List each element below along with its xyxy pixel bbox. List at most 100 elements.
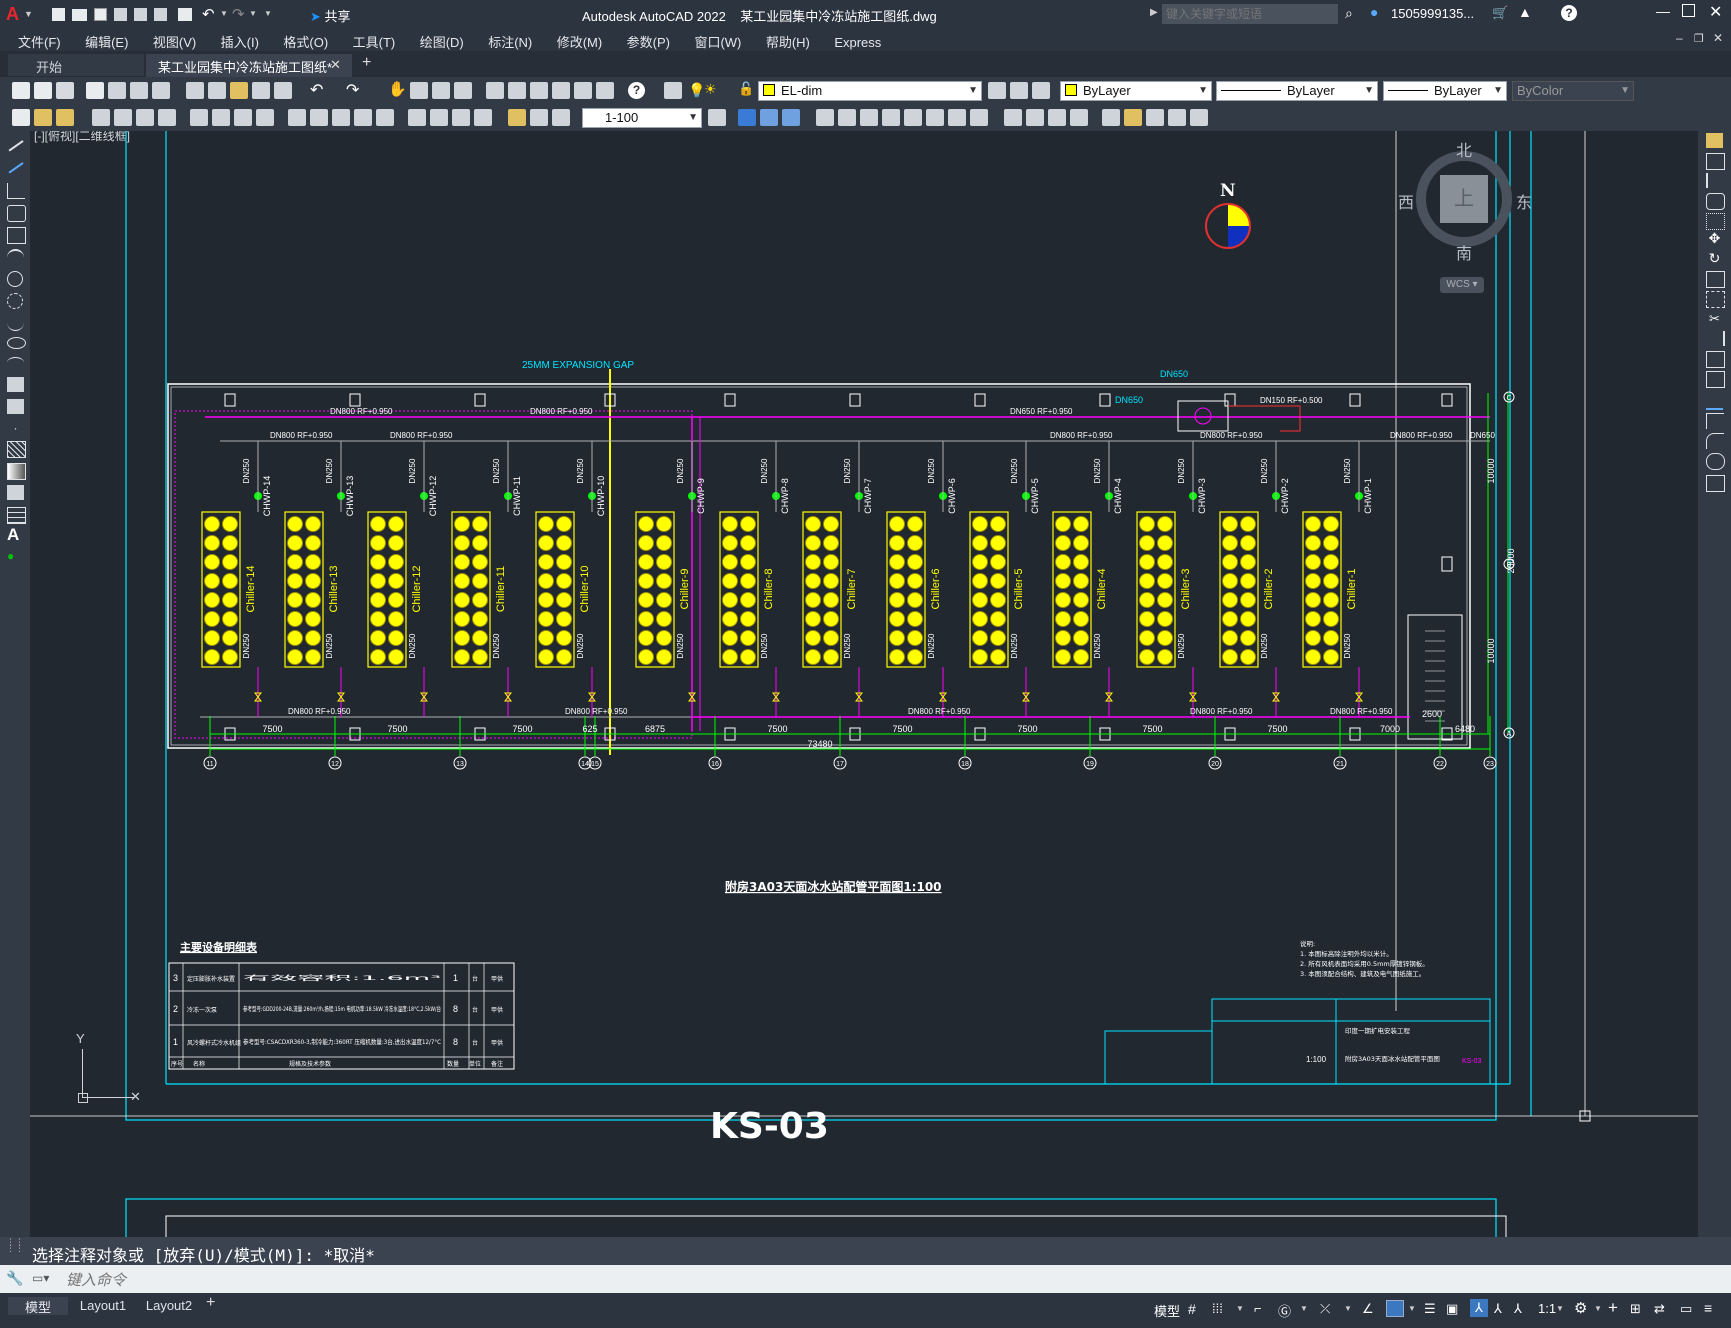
circle-icon[interactable] bbox=[7, 271, 23, 287]
doc-minimize-icon[interactable]: – bbox=[1676, 31, 1683, 45]
scale-dropdown-icon[interactable]: ▼ bbox=[1556, 1304, 1564, 1313]
dim-radius-icon[interactable] bbox=[190, 109, 208, 126]
match-layer-icon[interactable] bbox=[12, 109, 30, 126]
publish-icon[interactable] bbox=[130, 82, 148, 99]
region-icon[interactable] bbox=[7, 485, 24, 500]
view-side-icon[interactable] bbox=[782, 109, 800, 126]
layer-lock-icon[interactable]: 🔓 bbox=[738, 81, 754, 97]
break-at-point-icon[interactable] bbox=[1706, 351, 1725, 368]
add-layout-button[interactable]: + bbox=[206, 1294, 215, 1312]
walk-icon[interactable] bbox=[1048, 109, 1066, 126]
qdim-icon[interactable] bbox=[288, 109, 306, 126]
dim-diameter-icon[interactable] bbox=[234, 109, 252, 126]
array-icon[interactable] bbox=[1706, 213, 1725, 230]
tab-start[interactable]: 开始 bbox=[8, 54, 144, 76]
tab-model[interactable]: 模型 bbox=[8, 1297, 68, 1315]
materials-icon[interactable] bbox=[1146, 109, 1164, 126]
menu-insert[interactable]: 插入(I) bbox=[211, 29, 269, 51]
ellipse-icon[interactable] bbox=[7, 337, 26, 349]
polygon-icon[interactable] bbox=[7, 205, 26, 222]
menu-view[interactable]: 视图(V) bbox=[143, 29, 206, 51]
search-input[interactable] bbox=[1162, 4, 1338, 24]
user-name[interactable]: 1505999135... bbox=[1391, 6, 1474, 21]
minimize-button[interactable]: — bbox=[1656, 3, 1670, 19]
save-icon[interactable] bbox=[94, 8, 107, 21]
ucs-3point-icon[interactable] bbox=[970, 109, 988, 126]
layer-dropdown[interactable]: EL-dim ▼ bbox=[758, 81, 982, 101]
menu-help[interactable]: 帮助(H) bbox=[756, 29, 820, 51]
stretch-icon[interactable] bbox=[1706, 291, 1725, 308]
snap-icon[interactable]: ⁞⁞⁞ bbox=[1212, 1301, 1223, 1316]
layer-freeze-icon[interactable]: ☀ bbox=[704, 81, 717, 98]
offset-icon[interactable] bbox=[1706, 193, 1725, 210]
break-icon[interactable] bbox=[1706, 371, 1725, 388]
spline-icon[interactable] bbox=[7, 315, 24, 331]
dim-jogged-icon[interactable] bbox=[212, 109, 230, 126]
center-mark-icon[interactable] bbox=[430, 109, 448, 126]
mtext-icon[interactable]: A bbox=[7, 526, 24, 543]
layer-iso-icon[interactable] bbox=[34, 109, 52, 126]
ucs-view-icon[interactable] bbox=[904, 109, 922, 126]
gradient-icon[interactable] bbox=[7, 463, 26, 480]
autodesk-app-icon[interactable]: ▲ bbox=[1518, 4, 1532, 20]
dim-continue-icon[interactable] bbox=[332, 109, 350, 126]
cart-icon[interactable]: 🛒 bbox=[1492, 5, 1508, 21]
ucs-face-icon[interactable] bbox=[882, 109, 900, 126]
save-as-icon[interactable] bbox=[114, 8, 127, 21]
viewcube-top-face[interactable]: 上 bbox=[1440, 175, 1488, 223]
auto-scale-icon[interactable]: ⅄ bbox=[1494, 1301, 1502, 1317]
plot-toolbar-icon[interactable] bbox=[86, 82, 104, 99]
workspace-gear-icon[interactable]: ⚙ bbox=[1574, 1299, 1587, 1317]
redo-icon[interactable]: ↷ bbox=[232, 5, 245, 23]
tab-add-button[interactable]: + bbox=[362, 54, 371, 72]
plus-icon[interactable]: + bbox=[1608, 1298, 1618, 1318]
plot-icon[interactable] bbox=[178, 8, 192, 21]
maximize-button[interactable] bbox=[1682, 4, 1695, 17]
help-icon[interactable]: ? bbox=[1561, 5, 1577, 21]
close-button[interactable]: ✕ bbox=[1709, 2, 1722, 22]
menu-modify[interactable]: 修改(M) bbox=[547, 29, 613, 51]
tab-layout2[interactable]: Layout2 bbox=[136, 1297, 202, 1315]
dim-edit-icon[interactable] bbox=[508, 109, 526, 126]
rotate-icon[interactable]: ↻ bbox=[1706, 251, 1723, 266]
redo-dropdown-icon[interactable]: ▼ bbox=[249, 9, 257, 18]
autocad-logo-icon[interactable]: A bbox=[6, 4, 19, 24]
model-space-button[interactable]: 模型 bbox=[1154, 1301, 1180, 1320]
undo-tb-icon[interactable]: ↶ bbox=[310, 80, 323, 100]
viewcube-east[interactable]: 东 bbox=[1516, 189, 1532, 213]
point-icon[interactable]: · bbox=[7, 421, 24, 436]
extend-icon[interactable] bbox=[1706, 331, 1725, 346]
ucs-icon[interactable] bbox=[816, 109, 834, 126]
search-icon[interactable]: ⌕ bbox=[1345, 5, 1353, 22]
inspect-icon[interactable] bbox=[452, 109, 470, 126]
quick-properties-icon[interactable]: ⇄ bbox=[1654, 1301, 1665, 1317]
layer-walk-icon[interactable] bbox=[56, 109, 74, 126]
sheet-set-icon[interactable] bbox=[552, 82, 570, 99]
3dprint-icon[interactable] bbox=[152, 82, 170, 99]
line-icon[interactable] bbox=[7, 138, 24, 152]
tolerance-icon[interactable] bbox=[408, 109, 426, 126]
isodraft-icon[interactable]: ⤫ bbox=[1320, 1301, 1330, 1317]
cmd-close-icon[interactable] bbox=[0, 1237, 26, 1265]
dim-linear-icon[interactable] bbox=[92, 109, 110, 126]
zoom-window-icon[interactable] bbox=[432, 82, 450, 99]
erase-icon[interactable] bbox=[1706, 133, 1723, 148]
share-button[interactable]: ➤ 共享 bbox=[310, 6, 351, 25]
osnap-dropdown-icon[interactable]: ▼ bbox=[1408, 1304, 1416, 1313]
render-preset-icon[interactable] bbox=[1168, 109, 1186, 126]
help-tb-icon[interactable]: ? bbox=[628, 82, 645, 99]
osnap3d-icon[interactable] bbox=[1386, 1300, 1404, 1317]
hatch-icon[interactable] bbox=[7, 441, 26, 458]
drawing-canvas[interactable]: [-][俯视][二维线框] Chiller-14 CHWP-14 DN250 DN25… bbox=[30, 131, 1698, 1237]
zoom-realtime-icon[interactable] bbox=[410, 82, 428, 99]
menu-format[interactable]: 格式(O) bbox=[273, 29, 338, 51]
dim-update-icon[interactable] bbox=[552, 109, 570, 126]
preview-icon[interactable] bbox=[108, 82, 126, 99]
dim-style-icon[interactable] bbox=[708, 109, 726, 126]
table-icon[interactable] bbox=[7, 507, 26, 524]
search-expand-icon[interactable]: ▶ bbox=[1150, 7, 1158, 18]
osnap-icon[interactable]: ∠ bbox=[1362, 1301, 1374, 1317]
cmd-options-icon[interactable]: 🔧 bbox=[6, 1270, 23, 1287]
trim-icon[interactable]: ✂ bbox=[1706, 311, 1723, 326]
viewcube-west[interactable]: 西 bbox=[1398, 189, 1414, 213]
